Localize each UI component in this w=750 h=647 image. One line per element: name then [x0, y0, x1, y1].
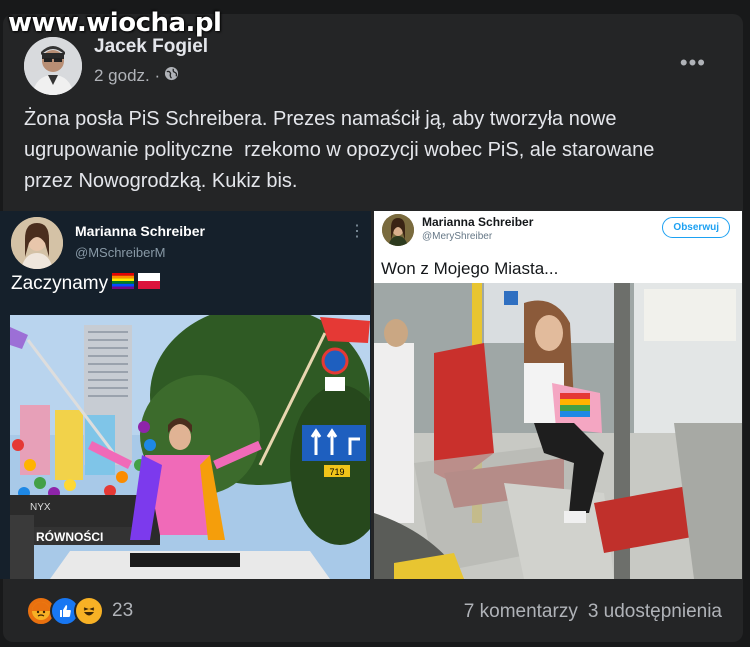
post-text: Żona posła PiS Schreibera. Prezes namaśc…	[24, 104, 714, 197]
tweet-author-handle: @MeryShreiber	[422, 231, 493, 242]
watermark: www.wiocha.pl	[8, 8, 222, 38]
reaction-count: 23	[112, 600, 134, 621]
parade-banner-text: NYX	[30, 502, 51, 513]
tweet-author-handle: @MSchreiberM	[75, 245, 166, 260]
post-text-line: Żona posła PiS Schreibera. Prezes namaśc…	[24, 108, 617, 130]
post-meta: 2 godz. ·	[94, 66, 179, 86]
engagement-summary: 7 komentarzy 3 udostępnienia	[464, 601, 722, 623]
poland-flag-icon	[138, 273, 161, 295]
post-time[interactable]: 2 godz. ·	[94, 66, 160, 86]
road-sign-number: 719	[329, 467, 344, 477]
tweet-text: Zaczynamy	[11, 273, 161, 295]
tweet-screenshot-left[interactable]: Marianna Schreiber @MSchreiberM ⋮ Zaczyn…	[0, 211, 371, 579]
haha-icon	[74, 596, 104, 626]
post-text-line: przez Nowogrodzką. Kukiz bis.	[24, 170, 298, 192]
tweet-text: Won z Mojego Miasta...	[381, 259, 559, 278]
tweet-author-name: Marianna Schreiber	[75, 223, 205, 239]
tweet-photo-parade: 719 NYX RÓWNOŚCI	[10, 315, 370, 579]
author-avatar[interactable]	[24, 37, 82, 95]
tweet-avatar	[382, 214, 414, 246]
author-name[interactable]: Jacek Fogiel	[94, 36, 208, 58]
tweet-screenshot-right[interactable]: Marianna Schreiber @MeryShreiber Obserwu…	[374, 211, 742, 579]
more-options-icon[interactable]: •••	[680, 50, 706, 76]
tweet-text-content: Zaczynamy	[11, 273, 109, 294]
comments-count-link[interactable]: 7 komentarzy	[464, 601, 578, 623]
reaction-summary[interactable]: 23	[26, 596, 133, 626]
tweet-photo-bus	[374, 283, 742, 579]
tweet-avatar	[11, 217, 63, 269]
rainbow-flag-icon	[112, 273, 135, 295]
follow-button[interactable]: Obserwuj	[662, 217, 730, 238]
shares-count-link[interactable]: 3 udostępnienia	[588, 601, 722, 623]
globe-icon	[164, 66, 179, 86]
post-text-line: ugrupowanie polityczne rzekomo w opozycj…	[24, 139, 655, 161]
parade-sign-text: RÓWNOŚCI	[36, 529, 103, 544]
tweet-author-name: Marianna Schreiber	[422, 215, 534, 229]
tweet-menu-icon: ⋮	[349, 223, 365, 240]
